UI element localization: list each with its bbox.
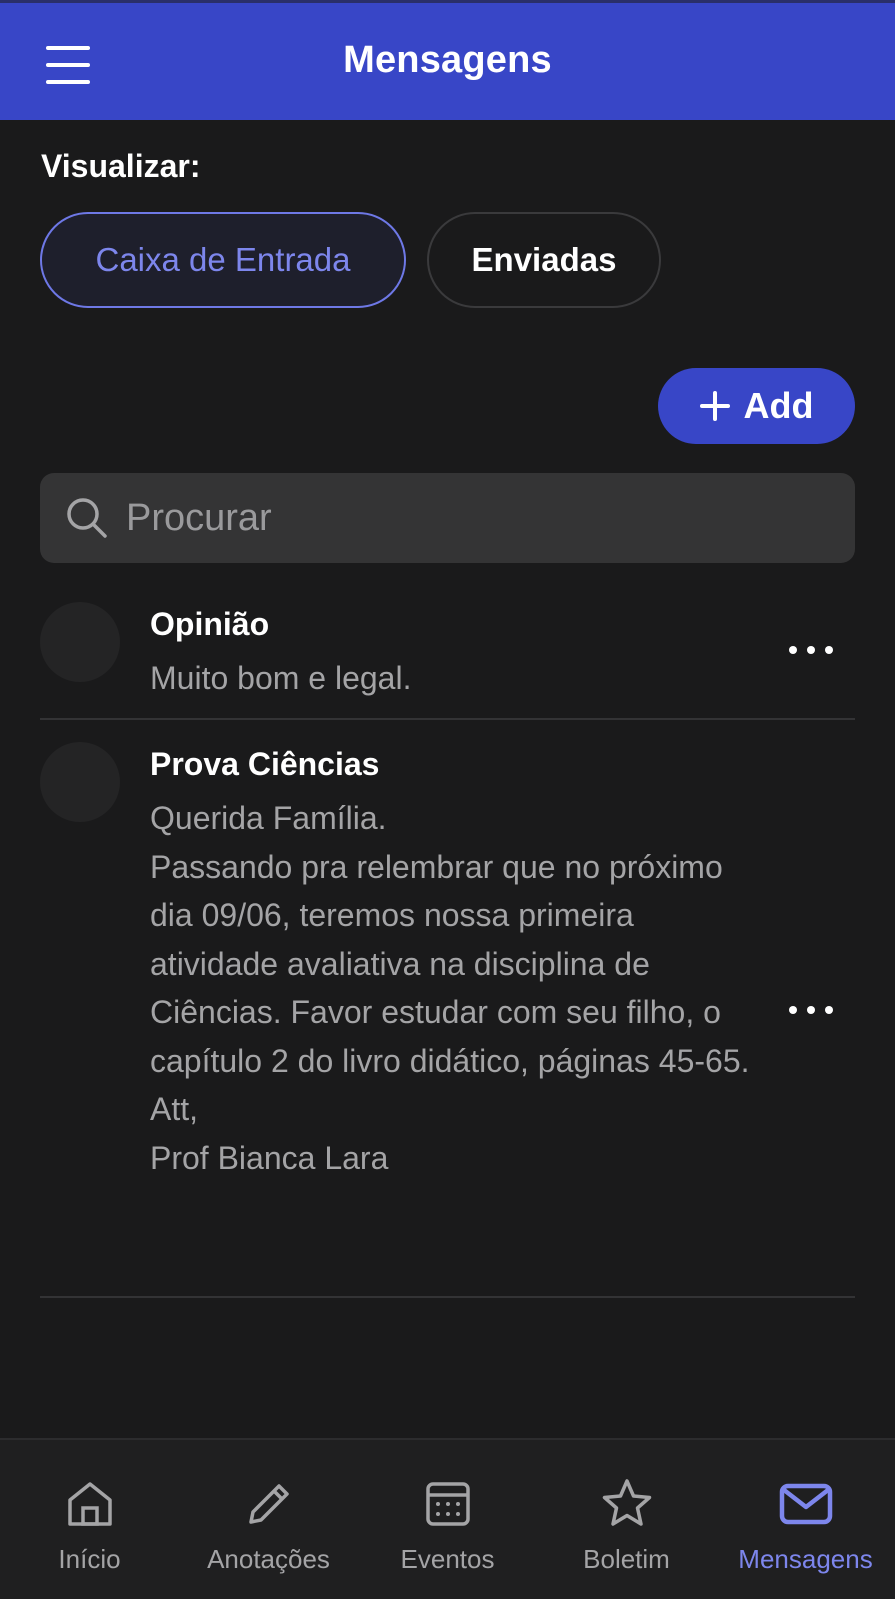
star-icon (602, 1479, 651, 1526)
nav-label: Boletim (583, 1544, 670, 1574)
add-message-button[interactable]: Add (658, 368, 855, 444)
view-filter-label: Visualizar: (41, 148, 201, 184)
plus-icon (699, 391, 730, 421)
nav-label: Anotações (207, 1544, 330, 1574)
page-title: Mensagens (343, 39, 552, 81)
message-item[interactable]: Prova Ciências Querida Família. Passando… (40, 738, 855, 1298)
nav-item-eventos[interactable]: Eventos (358, 1440, 537, 1599)
more-horizontal-icon[interactable] (789, 998, 833, 1022)
avatar (40, 742, 120, 822)
nav-item-boletim[interactable]: Boletim (537, 1440, 716, 1599)
search-icon (67, 498, 107, 538)
message-title: Opinião (150, 606, 270, 642)
tab-sent[interactable]: Enviadas (427, 212, 661, 308)
app-header: Mensagens (0, 0, 895, 120)
nav-item-mensagens[interactable]: Mensagens (716, 1440, 895, 1599)
nav-label: Eventos (400, 1544, 495, 1574)
message-body: Muito bom e legal. (150, 660, 412, 696)
bottom-navigation: Início Anotações Eventos Boletim Mensage… (0, 1438, 895, 1599)
message-title: Prova Ciências (150, 746, 380, 782)
message-item[interactable]: Opinião Muito bom e legal. (40, 598, 855, 720)
tab-inbox[interactable]: Caixa de Entrada (40, 212, 406, 308)
search-bar (40, 473, 855, 563)
more-horizontal-icon[interactable] (789, 638, 833, 662)
pencil-icon (248, 1484, 289, 1524)
calendar-icon (425, 1482, 470, 1526)
search-input[interactable] (126, 496, 855, 540)
nav-label: Início (58, 1544, 121, 1574)
message-body: Querida Família. Passando pra relembrar … (150, 800, 750, 1176)
nav-item-inicio[interactable]: Início (0, 1440, 179, 1599)
avatar (40, 602, 120, 682)
add-button-label: Add (743, 385, 814, 426)
nav-item-anotacoes[interactable]: Anotações (179, 1440, 358, 1599)
home-icon (67, 1482, 112, 1526)
nav-label: Mensagens (738, 1544, 873, 1574)
app-screen: Mensagens Visualizar: Caixa de Entrada E… (0, 0, 895, 1599)
mail-icon (779, 1483, 832, 1525)
